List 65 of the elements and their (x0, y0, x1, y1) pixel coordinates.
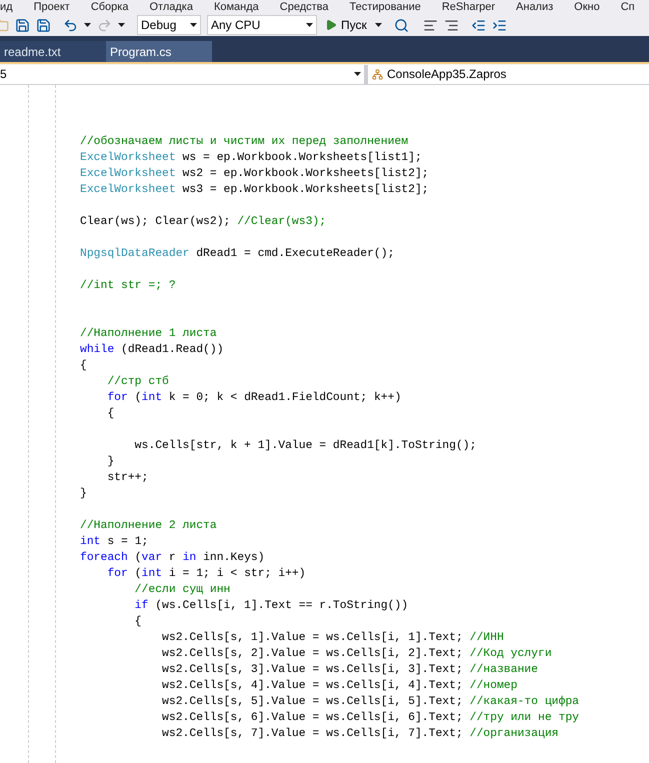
play-icon (325, 19, 337, 31)
menu-item[interactable]: Проект (34, 0, 70, 14)
code-line: foreach (var r in inn.Keys) (80, 550, 265, 566)
code-line: ws2.Cells[s, 2].Value = ws.Cells[i, 2].Text; //Код услуги (161, 646, 552, 662)
platform-dropdown[interactable]: Any CPU (207, 15, 317, 35)
menu-item[interactable]: Средства (280, 0, 329, 14)
code-line: ws.Cells[str, k + 1].Value = dRead1[k].ToString(); (134, 438, 476, 454)
configuration-dropdown[interactable]: Debug (137, 15, 201, 35)
code-line: //обозначаем листы и чистим их перед заполнением (80, 134, 408, 150)
code-line: } (106, 454, 114, 470)
save-icon[interactable] (15, 18, 30, 32)
run-button[interactable]: Пуск (323, 16, 369, 34)
code-line: while (dRead1.Read()) (80, 342, 224, 358)
code-line: //если сущ инн (134, 582, 230, 598)
outdent-icon[interactable] (470, 18, 486, 32)
code-line: { (134, 614, 142, 630)
menu-item[interactable]: Отладка (149, 0, 193, 14)
code-line: //стр стб (106, 374, 169, 390)
code-line: ws2.Cells[s, 7].Value = ws.Cells[i, 7].Text; //организация (161, 726, 558, 742)
document-tab[interactable]: readme.txt (0, 41, 106, 62)
code-line: NpgsqlDataReader dRead1 = cmd.ExecuteReader(); (80, 246, 394, 262)
code-line: //Наполнение 2 листа (80, 518, 217, 534)
code-line: ws2.Cells[s, 5].Value = ws.Cells[i, 5].Text; //какая-то цифра (161, 694, 579, 710)
code-line: //int str =; ? (80, 278, 176, 294)
code-line: ExcelWorksheet ws = ep.Workbook.Worksheets[list1]; (80, 150, 422, 166)
menu-item[interactable]: Сборка (90, 0, 128, 14)
menu-item[interactable]: Сп (620, 0, 635, 14)
code-line: Clear(ws); Clear(ws2); //Clear(ws3); (80, 214, 326, 230)
code-line: ws2.Cells[s, 3].Value = ws.Cells[i, 3].Text; //название (161, 662, 538, 678)
code-line: str++; (106, 471, 148, 486)
indent-icon[interactable] (492, 18, 507, 32)
caret-icon[interactable] (118, 23, 125, 27)
code-line: int s = 1; (80, 534, 148, 550)
caret-icon[interactable] (84, 23, 91, 27)
code-line: { (106, 406, 114, 422)
menu-item[interactable]: Анализ (516, 0, 554, 14)
caret-icon[interactable] (374, 23, 382, 27)
document-tab[interactable]: Program.cs (106, 41, 212, 62)
align-right-icon[interactable] (444, 18, 459, 32)
dropdown-caret-icon (354, 72, 361, 76)
code-line: ws2.Cells[s, 6].Value = ws.Cells[i, 6].Text; //тру или не тру (161, 710, 579, 726)
code-line: //Наполнение 1 листа (80, 326, 217, 342)
code-line: { (80, 358, 87, 374)
member-dropdown[interactable]: ConsoleApp35.Zapros (368, 64, 649, 84)
code-line: ExcelWorksheet ws3 = ep.Workbook.Worksheets[list2]; (80, 182, 429, 198)
menu-item[interactable]: Команда (214, 0, 259, 14)
code-line: for (int i = 1; i < str; i++) (106, 566, 306, 582)
code-line: ws2.Cells[s, 4].Value = ws.Cells[i, 4].Text; //номер (161, 678, 518, 694)
code-line: ws2.Cells[s, 1].Value = ws.Cells[i, 1].Text; //ИНН (161, 630, 504, 646)
dropdown-caret-icon (306, 23, 313, 27)
type-dropdown[interactable]: 5 (0, 64, 368, 84)
menu-item[interactable]: Тестирование (350, 0, 421, 14)
undo-icon[interactable] (63, 18, 78, 32)
menu-item[interactable]: Окно (574, 0, 600, 14)
find-icon[interactable] (394, 18, 409, 32)
save-all-icon[interactable] (36, 18, 51, 32)
menu-item[interactable]: ReSharper (442, 0, 496, 14)
class-icon (372, 68, 383, 80)
code-line: ExcelWorksheet ws2 = ep.Workbook.Worksheets[list2]; (80, 166, 429, 182)
menu-item[interactable]: ид (0, 0, 13, 14)
code-line: if (ws.Cells[i, 1].Text == r.ToString()) (134, 598, 408, 614)
code-line: } (80, 486, 87, 502)
code-line: for (int k = 0; k < dRead1.FieldCount; k++) (106, 390, 402, 406)
align-left-icon[interactable] (422, 18, 438, 32)
dropdown-caret-icon (190, 23, 197, 27)
